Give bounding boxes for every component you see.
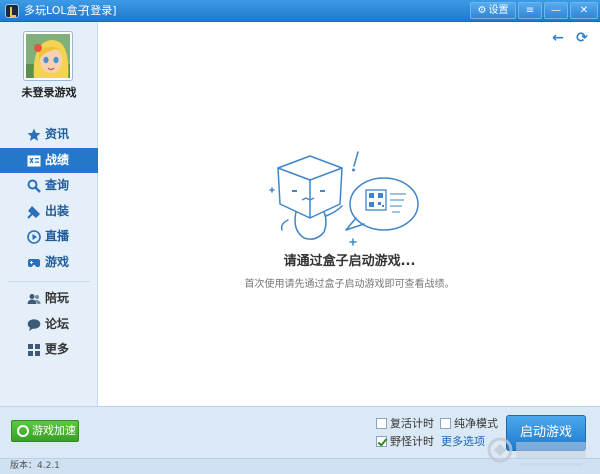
sidebar-item-label: 战绩: [45, 152, 70, 167]
status-bar: 版本：4.2.1: [0, 458, 600, 474]
more-options-link[interactable]: 更多选项: [441, 435, 485, 449]
sidebar-item-more[interactable]: 更多: [0, 337, 98, 363]
message-subtitle: 首次使用请先通过盒子启动游戏即可查看战绩。: [244, 279, 455, 290]
sidebar-item-label: 直播: [45, 229, 70, 243]
sidebar-item-label: 查询: [45, 178, 70, 192]
equipment-icon: [27, 205, 40, 219]
version-label: 版本：4.2.1: [10, 461, 60, 471]
accelerate-label: 游戏加速: [32, 424, 76, 437]
chat-bubble-icon: [27, 318, 41, 331]
box-mascot-illustration: [269, 151, 419, 246]
sidebar-item-label: 出装: [45, 203, 70, 218]
sidebar-item-label: 资讯: [45, 127, 70, 141]
sidebar-item-query[interactable]: 查询: [0, 173, 98, 199]
revive-timer-checkbox[interactable]: [376, 418, 387, 429]
close-button[interactable]: ✕: [570, 2, 598, 19]
people-icon: [27, 294, 41, 304]
avatar[interactable]: [24, 32, 72, 80]
sidebar-item-equipment[interactable]: 出装: [0, 199, 98, 225]
scorecard-icon: [27, 155, 41, 166]
sidebar: 未登录游戏 资讯 战绩 查询 出装 直播 游戏 陪玩 论坛 更多: [0, 22, 98, 406]
accelerate-icon: [17, 425, 29, 437]
pure-mode-label: 纯净模式: [454, 417, 498, 430]
revive-timer-label: 复活计时: [390, 417, 434, 430]
game-accelerate-button[interactable]: 游戏加速: [11, 420, 79, 442]
gamepad-icon: [28, 258, 40, 267]
sidebar-item-companion[interactable]: 陪玩: [0, 286, 98, 312]
sidebar-item-games[interactable]: 游戏: [0, 250, 98, 276]
sidebar-item-label: 陪玩: [45, 291, 70, 305]
jungle-timer-label: 野怪计时: [390, 435, 434, 448]
settings-label: 设置: [488, 5, 509, 16]
avatar-portrait-icon: [26, 34, 70, 78]
gear-icon: ⚙: [477, 5, 487, 16]
launch-game-button[interactable]: 启动游戏: [506, 415, 586, 451]
bottom-bar: 游戏加速 复活计时 纯净模式 野怪计时 更多选项 启动游戏: [0, 406, 600, 458]
sidebar-nav: 资讯 战绩 查询 出装 直播 游戏 陪玩 论坛 更多: [0, 122, 98, 363]
sidebar-item-forum[interactable]: 论坛: [0, 312, 98, 338]
sidebar-divider: [8, 281, 90, 282]
jungle-timer-option[interactable]: 野怪计时: [376, 435, 434, 449]
sidebar-extra: 陪玩 论坛 更多: [0, 286, 98, 363]
login-link[interactable]: [登录]: [86, 4, 117, 18]
menu-icon: ≡: [525, 5, 535, 16]
revive-timer-option[interactable]: 复活计时: [376, 417, 434, 431]
menu-button[interactable]: ≡: [518, 2, 542, 19]
jungle-timer-checkbox[interactable]: [376, 436, 387, 447]
title-bar: 多玩LOL盒子 [登录] ⚙ 设置 ≡ — ✕: [0, 0, 600, 22]
message-title: 请通过盒子启动游戏...: [283, 254, 416, 269]
sidebar-item-label: 更多: [45, 342, 70, 356]
app-logo-icon: [5, 4, 19, 18]
sidebar-item-record[interactable]: 战绩: [0, 147, 98, 173]
app-title: 多玩LOL盒子: [24, 4, 89, 17]
grid-icon: [28, 344, 40, 356]
sidebar-item-label: 论坛: [45, 316, 70, 331]
star-icon: [27, 128, 41, 141]
pure-mode-option[interactable]: 纯净模式: [440, 417, 498, 431]
back-icon[interactable]: ←: [550, 30, 566, 46]
settings-button[interactable]: ⚙ 设置: [470, 2, 516, 19]
sidebar-item-news[interactable]: 资讯: [0, 122, 98, 148]
play-icon: [27, 230, 41, 244]
refresh-icon[interactable]: ⟳: [574, 30, 590, 46]
search-icon: [27, 179, 41, 193]
minimize-icon: —: [551, 5, 561, 16]
username: 未登录游戏: [21, 86, 77, 99]
sidebar-item-live[interactable]: 直播: [0, 224, 98, 250]
close-icon: ✕: [579, 5, 589, 16]
pure-mode-checkbox[interactable]: [440, 418, 451, 429]
sidebar-item-label: 游戏: [45, 254, 70, 269]
minimize-button[interactable]: —: [544, 2, 568, 19]
main-content: ← ⟳ 请通过盒子启动游戏... 首次使用请先通过盒子启动游戏即可查看战绩。: [99, 22, 600, 406]
